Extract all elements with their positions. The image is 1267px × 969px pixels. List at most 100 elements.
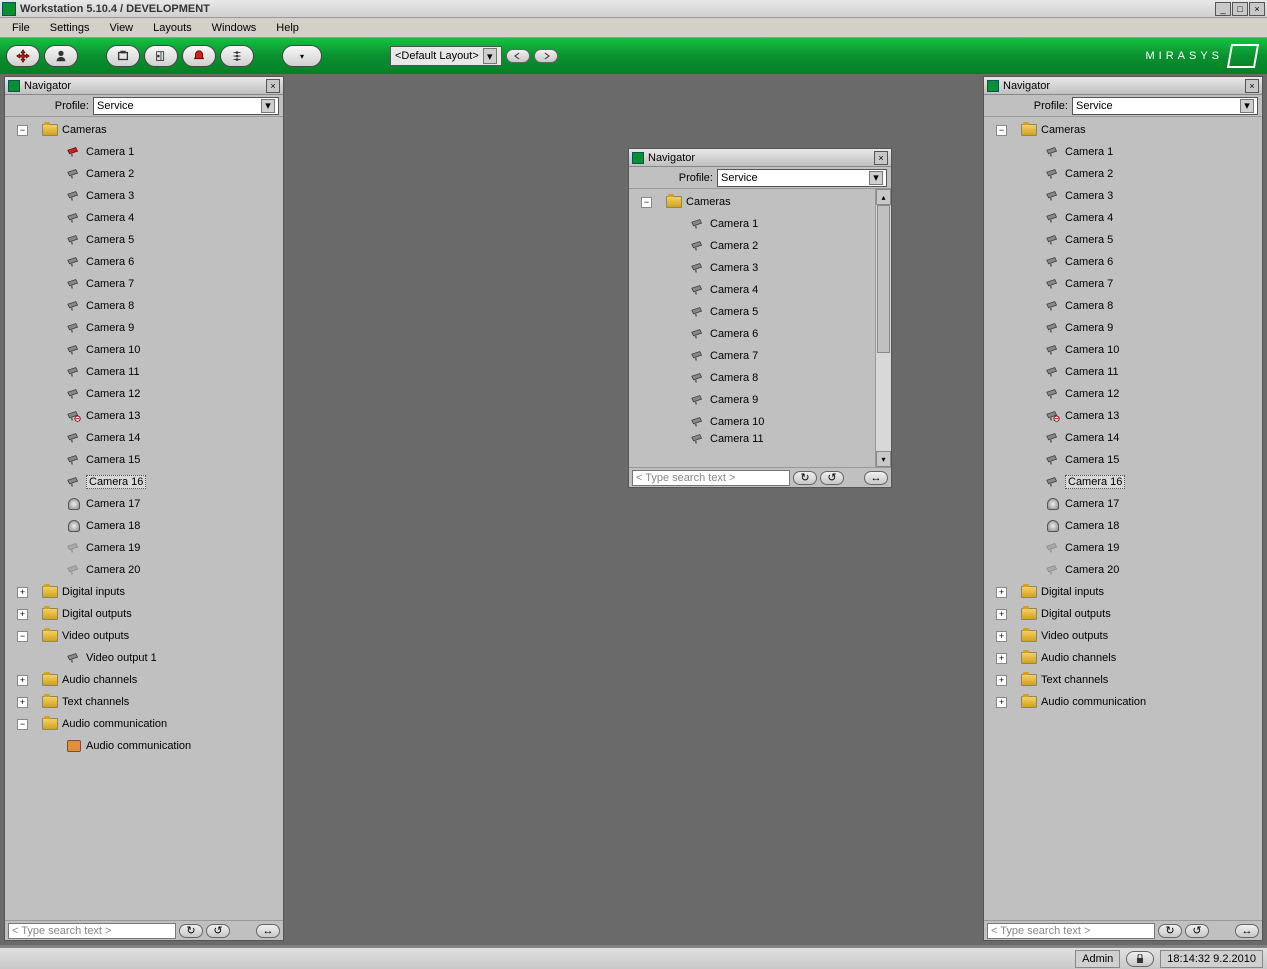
tree-node[interactable]: Camera 12 [7, 383, 281, 405]
tree-node[interactable]: Camera 4 [986, 207, 1260, 229]
tree-node[interactable]: Camera 5 [986, 229, 1260, 251]
expand-icon[interactable]: + [996, 609, 1007, 620]
tree-node[interactable]: Camera 9 [7, 317, 281, 339]
layout-prev-button[interactable] [506, 49, 530, 63]
search-prev-button[interactable]: ↺ [206, 924, 230, 938]
export-tool-button[interactable] [144, 45, 178, 67]
tree-node[interactable]: Camera 15 [7, 449, 281, 471]
tree-node[interactable]: Camera 5 [7, 229, 281, 251]
settings-tool-button[interactable] [220, 45, 254, 67]
tree-node[interactable]: Camera 18 [7, 515, 281, 537]
tree-node[interactable]: +Digital outputs [986, 603, 1260, 625]
tree-node[interactable]: Camera 2 [986, 163, 1260, 185]
tree-node[interactable]: +Audio communication [986, 691, 1260, 713]
tree-node[interactable]: Camera 6 [631, 323, 873, 345]
search-go-button[interactable]: ↔ [256, 924, 280, 938]
layout-picker-button[interactable]: ▾ [282, 45, 322, 67]
search-prev-button[interactable]: ↺ [820, 471, 844, 485]
collapse-icon[interactable]: − [17, 631, 28, 642]
tree-node[interactable]: +Video outputs [986, 625, 1260, 647]
profile-select[interactable]: Service ▾ [1072, 97, 1258, 115]
tree-node[interactable]: Camera 8 [986, 295, 1260, 317]
tree-node[interactable]: Camera 14 [7, 427, 281, 449]
search-next-button[interactable]: ↻ [793, 471, 817, 485]
menu-help[interactable]: Help [268, 20, 307, 36]
tree-node[interactable]: Camera 16 [986, 471, 1260, 493]
tree-node[interactable]: Camera 8 [7, 295, 281, 317]
search-next-button[interactable]: ↻ [179, 924, 203, 938]
alarm-tool-button[interactable] [182, 45, 216, 67]
menu-layouts[interactable]: Layouts [145, 20, 200, 36]
tree-node[interactable]: Camera 2 [7, 163, 281, 185]
tree-node[interactable]: Camera 8 [631, 367, 873, 389]
tree-node[interactable]: Camera 3 [986, 185, 1260, 207]
layout-next-button[interactable] [534, 49, 558, 63]
tree[interactable]: −CamerasCamera 1Camera 2Camera 3Camera 4… [5, 117, 283, 920]
tree-node[interactable]: Camera 10 [986, 339, 1260, 361]
menu-view[interactable]: View [101, 20, 141, 36]
tree-node[interactable]: +Audio channels [7, 669, 281, 691]
profile-select[interactable]: Service ▾ [717, 169, 887, 187]
status-user[interactable]: Admin [1075, 950, 1120, 968]
tree-node[interactable]: Camera 6 [7, 251, 281, 273]
tree-node[interactable]: Camera 4 [631, 279, 873, 301]
maximize-button[interactable]: □ [1232, 2, 1248, 16]
move-tool-button[interactable] [6, 45, 40, 67]
tree-node[interactable]: Camera 9 [631, 389, 873, 411]
user-tool-button[interactable] [44, 45, 78, 67]
scroll-track[interactable] [876, 205, 891, 451]
expand-icon[interactable]: + [17, 697, 28, 708]
tree-node[interactable]: Camera 15 [986, 449, 1260, 471]
tree-node[interactable]: −Cameras [986, 119, 1260, 141]
tree-node[interactable]: Camera 13 [7, 405, 281, 427]
tree-node[interactable]: Video output 1 [7, 647, 281, 669]
tree-node[interactable]: Camera 16 [7, 471, 281, 493]
search-go-button[interactable]: ↔ [1235, 924, 1259, 938]
menu-windows[interactable]: Windows [204, 20, 265, 36]
panel-close-button[interactable]: × [266, 79, 280, 93]
tree[interactable]: −CamerasCamera 1Camera 2Camera 3Camera 4… [629, 189, 875, 467]
tree-node[interactable]: +Digital outputs [7, 603, 281, 625]
scroll-thumb[interactable] [877, 205, 890, 353]
panel-close-button[interactable]: × [874, 151, 888, 165]
tree-node[interactable]: +Text channels [986, 669, 1260, 691]
tree-node[interactable]: Camera 9 [986, 317, 1260, 339]
tree-node[interactable]: Camera 11 [7, 361, 281, 383]
scroll-up-button[interactable]: ▴ [876, 189, 891, 205]
tree-node[interactable]: −Video outputs [7, 625, 281, 647]
panel-close-button[interactable]: × [1245, 79, 1259, 93]
tree-node[interactable]: Camera 20 [7, 559, 281, 581]
playback-tool-button[interactable] [106, 45, 140, 67]
tree-node[interactable]: Camera 17 [7, 493, 281, 515]
tree-node[interactable]: Camera 13 [986, 405, 1260, 427]
collapse-icon[interactable]: − [17, 125, 28, 136]
tree-node[interactable]: Camera 1 [986, 141, 1260, 163]
search-go-button[interactable]: ↔ [864, 471, 888, 485]
tree-node[interactable]: Camera 1 [7, 141, 281, 163]
tree-node[interactable]: −Cameras [7, 119, 281, 141]
scroll-down-button[interactable]: ▾ [876, 451, 891, 467]
panel-header[interactable]: Navigator × [629, 149, 891, 167]
collapse-icon[interactable]: − [641, 197, 652, 208]
tree-node[interactable]: Camera 12 [986, 383, 1260, 405]
tree-node[interactable]: Audio communication [7, 735, 281, 757]
tree-node[interactable]: Camera 3 [7, 185, 281, 207]
search-input[interactable]: < Type search text > [8, 923, 176, 939]
tree-node[interactable]: Camera 10 [631, 411, 873, 433]
search-input[interactable]: < Type search text > [632, 470, 790, 486]
layout-select[interactable]: <Default Layout> ▾ [390, 46, 502, 66]
expand-icon[interactable]: + [996, 697, 1007, 708]
tree-node[interactable]: Camera 7 [986, 273, 1260, 295]
tree-node[interactable]: Camera 18 [986, 515, 1260, 537]
tree-node[interactable]: Camera 3 [631, 257, 873, 279]
profile-select[interactable]: Service ▾ [93, 97, 279, 115]
tree-node[interactable]: Camera 11 [631, 433, 873, 445]
tree-node[interactable]: Camera 11 [986, 361, 1260, 383]
panel-header[interactable]: Navigator × [5, 77, 283, 95]
tree-node[interactable]: Camera 19 [986, 537, 1260, 559]
scrollbar[interactable]: ▴ ▾ [875, 189, 891, 467]
search-next-button[interactable]: ↻ [1158, 924, 1182, 938]
collapse-icon[interactable]: − [996, 125, 1007, 136]
expand-icon[interactable]: + [17, 587, 28, 598]
expand-icon[interactable]: + [996, 653, 1007, 664]
